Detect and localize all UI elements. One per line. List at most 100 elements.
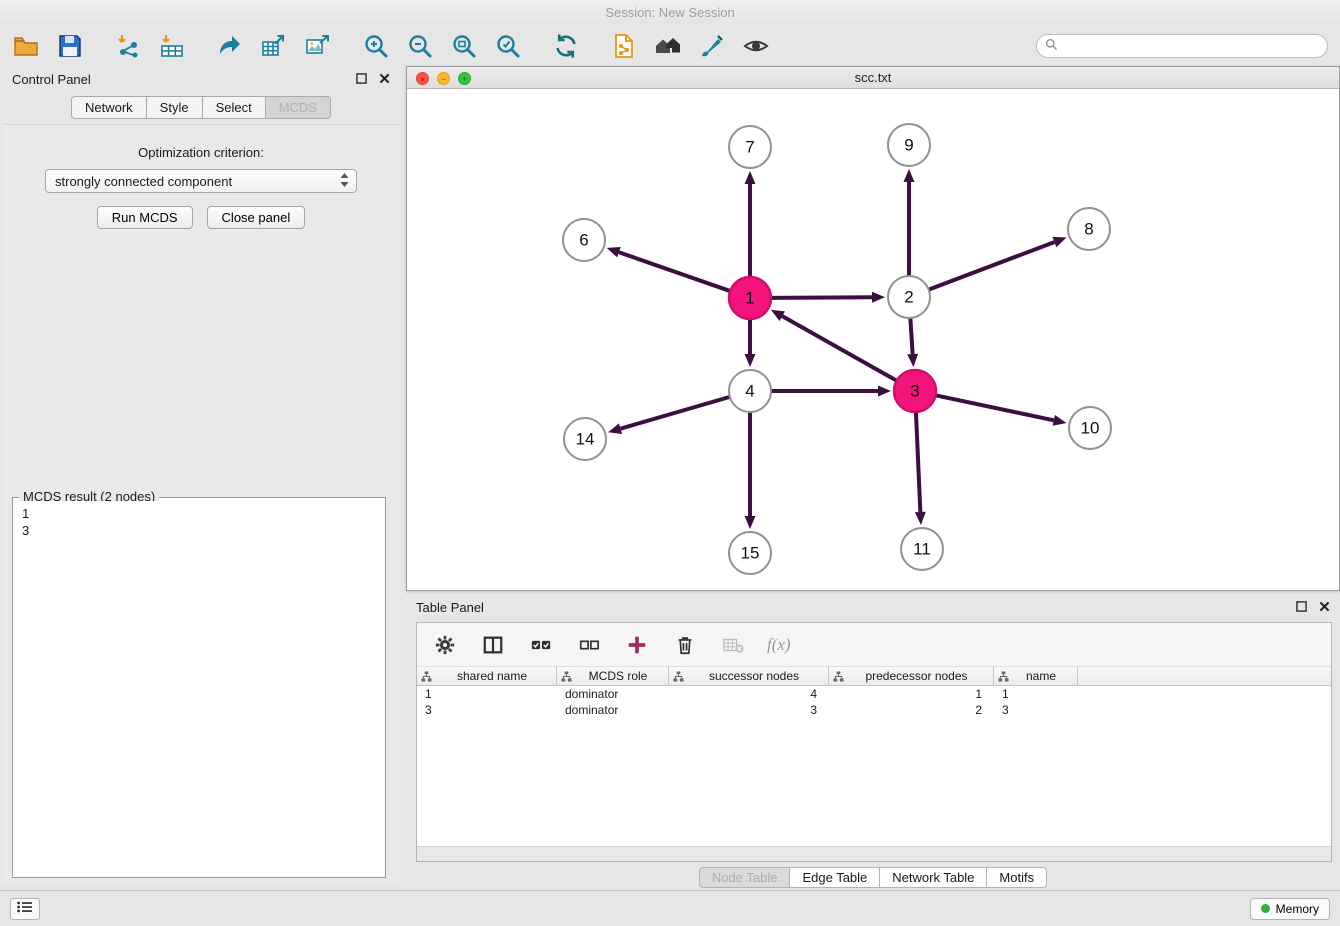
edge-3-to-10[interactable]	[936, 395, 1054, 420]
add-column-icon[interactable]	[623, 631, 651, 659]
table-column-headers: shared nameMCDS rolesuccessor nodesprede…	[417, 667, 1331, 686]
edge-4-to-14[interactable]	[621, 397, 730, 429]
arrowhead-icon	[607, 247, 621, 257]
zoom-out-icon[interactable]	[406, 32, 434, 60]
edge-3-to-1[interactable]	[782, 316, 896, 381]
delete-table-icon[interactable]	[719, 631, 747, 659]
export-table-icon[interactable]	[260, 32, 288, 60]
node-3[interactable]: 3	[894, 370, 936, 412]
tab-motifs[interactable]: Motifs	[986, 867, 1047, 888]
column-header-MCDS-role[interactable]: MCDS role	[557, 667, 669, 685]
node-15[interactable]: 15	[729, 532, 771, 574]
network-window-titlebar[interactable]: scc.txt	[407, 67, 1339, 89]
minimize-window-icon[interactable]	[437, 72, 450, 85]
delete-column-icon[interactable]	[671, 631, 699, 659]
refresh-icon[interactable]	[552, 32, 580, 60]
tab-select[interactable]: Select	[202, 96, 266, 119]
float-table-panel-icon[interactable]	[1296, 600, 1307, 615]
save-session-icon[interactable]	[56, 32, 84, 60]
edge-3-to-11[interactable]	[916, 412, 920, 512]
close-table-panel-icon[interactable]	[1319, 600, 1330, 615]
open-session-icon[interactable]	[12, 32, 40, 60]
table-cell[interactable]: 3	[417, 702, 557, 718]
column-header-predecessor-nodes[interactable]: predecessor nodes	[829, 667, 994, 685]
float-panel-icon[interactable]	[356, 72, 367, 87]
table-row[interactable]: 1dominator411	[417, 686, 1331, 702]
node-14[interactable]: 14	[564, 418, 606, 460]
mcds-result-list[interactable]: 13	[16, 501, 382, 874]
close-panel-icon[interactable]	[379, 72, 390, 87]
network-graph[interactable]: 7 9 6 8 1 2 4 3 14 10 15 11	[407, 89, 1339, 590]
network-file-icon[interactable]	[610, 32, 638, 60]
columns-icon[interactable]	[479, 631, 507, 659]
column-header-name[interactable]: name	[994, 667, 1078, 685]
mcds-buttons: Run MCDS Close panel	[2, 206, 400, 229]
criterion-dropdown[interactable]: strongly connected component	[45, 169, 357, 193]
window-titlebar: Session: New Session	[0, 0, 1340, 26]
table-cell[interactable]: dominator	[557, 702, 669, 718]
column-header-shared-name[interactable]: shared name	[417, 667, 557, 685]
edge-2-to-8[interactable]	[929, 242, 1055, 290]
search-input[interactable]	[1063, 39, 1319, 53]
table-cell[interactable]: 1	[417, 686, 557, 702]
node-2[interactable]: 2	[888, 276, 930, 318]
table-cell[interactable]: 2	[829, 702, 994, 718]
table-horizontal-scrollbar[interactable]	[417, 846, 1331, 861]
tab-style[interactable]: Style	[146, 96, 203, 119]
task-list-icon	[17, 901, 33, 916]
node-6[interactable]: 6	[563, 219, 605, 261]
table-cell[interactable]: 1	[994, 686, 1078, 702]
home-gallery-icon[interactable]	[654, 32, 682, 60]
table-row[interactable]: 3dominator323	[417, 702, 1331, 718]
arrowhead-icon	[872, 292, 885, 303]
table-cell[interactable]: 3	[669, 702, 829, 718]
deselect-all-icon[interactable]	[575, 631, 603, 659]
memory-button[interactable]: Memory	[1250, 898, 1330, 920]
network-canvas[interactable]: 7 9 6 8 1 2 4 3 14 10 15 11	[407, 89, 1339, 590]
table-cell[interactable]: 3	[994, 702, 1078, 718]
export-network-icon[interactable]	[216, 32, 244, 60]
zoom-selected-icon[interactable]	[494, 32, 522, 60]
control-panel-tabs: NetworkStyleSelectMCDS	[2, 96, 400, 119]
apply-style-icon[interactable]	[698, 32, 726, 60]
task-history-button[interactable]	[10, 898, 40, 920]
edge-1-to-6[interactable]	[619, 252, 730, 291]
memory-label: Memory	[1276, 902, 1319, 916]
column-header-successor-nodes[interactable]: successor nodes	[669, 667, 829, 685]
node-7[interactable]: 7	[729, 126, 771, 168]
node-11[interactable]: 11	[901, 528, 943, 570]
table-rows: 1dominator4113dominator323	[417, 686, 1331, 718]
edge-2-to-3[interactable]	[910, 318, 912, 354]
node-10[interactable]: 10	[1069, 407, 1111, 449]
tab-edge-table[interactable]: Edge Table	[789, 867, 880, 888]
table-cell[interactable]: 4	[669, 686, 829, 702]
table-cell[interactable]: 1	[829, 686, 994, 702]
column-tree-icon	[561, 671, 572, 682]
table-cell[interactable]: dominator	[557, 686, 669, 702]
tab-network[interactable]: Network	[71, 96, 147, 119]
close-window-icon[interactable]	[416, 72, 429, 85]
tab-mcds[interactable]: MCDS	[265, 96, 331, 119]
control-panel-header: Control Panel	[2, 66, 400, 92]
import-network-icon[interactable]	[114, 32, 142, 60]
maximize-window-icon[interactable]	[458, 72, 471, 85]
zoom-fit-icon[interactable]	[450, 32, 478, 60]
edge-1-to-2[interactable]	[771, 297, 872, 298]
node-1[interactable]: 1	[729, 277, 771, 319]
close-panel-button[interactable]: Close panel	[207, 206, 306, 229]
toolbar-group	[12, 32, 84, 60]
node-9[interactable]: 9	[888, 124, 930, 166]
tab-node-table[interactable]: Node Table	[699, 867, 791, 888]
search-field[interactable]	[1036, 34, 1328, 58]
tab-network-table[interactable]: Network Table	[879, 867, 987, 888]
node-8[interactable]: 8	[1068, 208, 1110, 250]
settings-gear-icon[interactable]	[431, 631, 459, 659]
select-all-icon[interactable]	[527, 631, 555, 659]
show-hide-icon[interactable]	[742, 32, 770, 60]
export-image-icon[interactable]	[304, 32, 332, 60]
run-mcds-button[interactable]: Run MCDS	[97, 206, 193, 229]
function-builder-icon[interactable]: f(x)	[767, 631, 791, 659]
zoom-in-icon[interactable]	[362, 32, 390, 60]
import-table-icon[interactable]	[158, 32, 186, 60]
node-4[interactable]: 4	[729, 370, 771, 412]
